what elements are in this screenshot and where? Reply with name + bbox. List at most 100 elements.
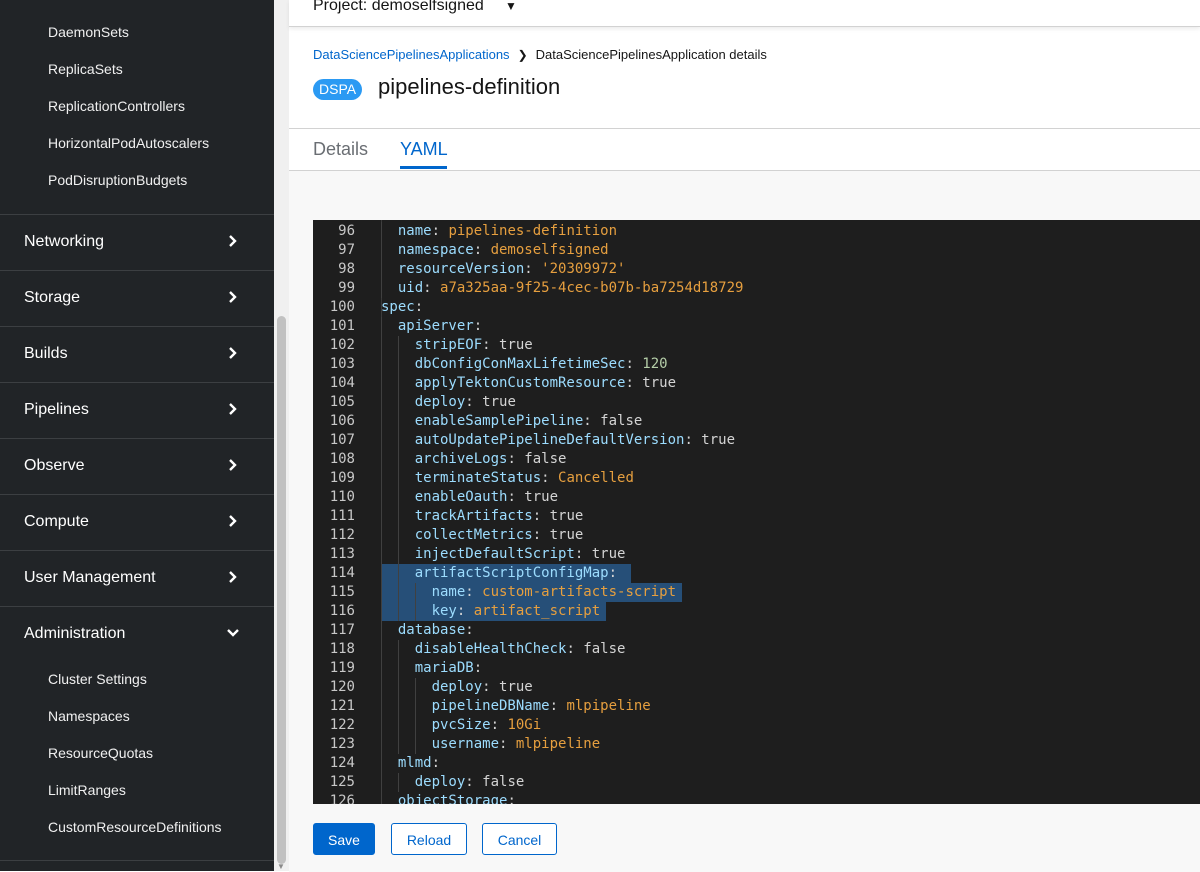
sidebar-item-resourcequotas[interactable]: ResourceQuotas (48, 745, 153, 761)
code-line[interactable]: 123 username: mlpipeline (313, 735, 1200, 754)
code-line[interactable]: 96 name: pipelines-definition (313, 222, 1200, 241)
scrollbar-thumb[interactable] (277, 316, 286, 864)
yaml-colon: : (507, 793, 516, 804)
sidebar-item-limitranges[interactable]: LimitRanges (48, 782, 126, 798)
code-text: collectMetrics: true (415, 526, 584, 545)
code-line[interactable]: 111 trackArtifacts: true (313, 507, 1200, 526)
sidebar-item-replicationcontrollers[interactable]: ReplicationControllers (48, 98, 185, 114)
code-line[interactable]: 118 disableHealthCheck: false (313, 640, 1200, 659)
code-line[interactable]: 121 pipelineDBName: mlpipeline (313, 697, 1200, 716)
code-line[interactable]: 116 key: artifact_script (313, 602, 1200, 621)
line-number: 103 (329, 356, 355, 372)
line-number: 116 (329, 603, 355, 619)
code-line[interactable]: 108 archiveLogs: false (313, 450, 1200, 469)
line-number: 122 (329, 717, 355, 733)
project-dropdown[interactable]: Project: demoselfsigned (313, 0, 484, 15)
code-line[interactable]: 114 artifactScriptConfigMap: (313, 564, 1200, 583)
breadcrumb-link[interactable]: DataSciencePipelinesApplications (313, 47, 510, 62)
code-line[interactable]: 125 deploy: false (313, 773, 1200, 792)
sidebar-section-label: Administration (24, 625, 126, 642)
reload-button[interactable]: Reload (391, 823, 467, 855)
yaml-editor[interactable]: 96 name: pipelines-definition 97 namespace:… (313, 220, 1200, 804)
yaml-key: enableSamplePipeline (414, 413, 584, 429)
code-line[interactable]: 103 dbConfigConMaxLifetimeSec: 120 (313, 355, 1200, 374)
yaml-key: dbConfigConMaxLifetimeSec (414, 356, 626, 372)
code-line[interactable]: 119 mariaDB: (313, 659, 1200, 678)
code-text: namespace: demoselfsigned (398, 241, 609, 260)
save-button[interactable]: Save (313, 823, 375, 855)
indent-guide (397, 659, 399, 678)
code-line[interactable]: 102 stripEOF: true (313, 336, 1200, 355)
line-number: 106 (329, 413, 355, 429)
yaml-value: demoselfsigned (490, 242, 609, 258)
sidebar-item-poddisruptionbudgets[interactable]: PodDisruptionBudgets (48, 172, 187, 188)
code-text: deploy: true (432, 678, 533, 697)
yaml-value: true (591, 546, 626, 562)
sidebar-section-user-management[interactable]: User Management (0, 550, 274, 606)
sidebar-section-observe[interactable]: Observe (0, 438, 274, 494)
sidebar-item-customresourcedefinitions[interactable]: CustomResourceDefinitions (48, 819, 222, 835)
yaml-key: pvcSize (431, 717, 491, 733)
indent-guide (397, 374, 399, 393)
caret-down-icon[interactable]: ▼ (505, 0, 517, 13)
code-line[interactable]: 97 namespace: demoselfsigned (313, 241, 1200, 260)
code-line[interactable]: 124 mlmd: (313, 754, 1200, 773)
indent-guide (381, 488, 382, 507)
code-line[interactable]: 112 collectMetrics: true (313, 526, 1200, 545)
scroll-down-arrow-icon[interactable]: ▼ (277, 862, 285, 871)
code-line[interactable]: 106 enableSamplePipeline: false (313, 412, 1200, 431)
indent-guide (381, 545, 382, 564)
tab-details[interactable]: Details (313, 139, 368, 160)
sidebar-item-replicasets[interactable]: ReplicaSets (48, 61, 123, 77)
indent-guide (397, 640, 399, 659)
code-line[interactable]: 117 database: (313, 621, 1200, 640)
code-line[interactable]: 122 pvcSize: 10Gi (313, 716, 1200, 735)
code-line[interactable]: 113 injectDefaultScript: true (313, 545, 1200, 564)
code-text: mlmd: (398, 754, 440, 773)
sidebar-scrollbar[interactable]: ▼ (274, 0, 289, 871)
sidebar-section-compute[interactable]: Compute (0, 494, 274, 550)
code-line[interactable]: 98 resourceVersion: '20309972' (313, 260, 1200, 279)
cancel-button[interactable]: Cancel (482, 823, 557, 855)
sidebar-item-daemonsets[interactable]: DaemonSets (48, 24, 129, 40)
code-line[interactable]: 126 objectStorage: (313, 792, 1200, 804)
code-line[interactable]: 115 name: custom-artifacts-script (313, 583, 1200, 602)
code-line[interactable]: 101 apiServer: (313, 317, 1200, 336)
code-line[interactable]: 110 enableOauth: true (313, 488, 1200, 507)
yaml-key: stripEOF (414, 337, 483, 353)
code-text: resourceVersion: '20309972' (398, 260, 626, 279)
code-line[interactable]: 105 deploy: true (313, 393, 1200, 412)
yaml-colon: : (549, 698, 567, 714)
code-text: terminateStatus: Cancelled (415, 469, 634, 488)
sidebar-section-label: Observe (24, 457, 85, 474)
code-line[interactable]: 109 terminateStatus: Cancelled (313, 469, 1200, 488)
code-line[interactable]: 99 uid: a7a325aa-9f25-4cec-b07b-ba7254d18… (313, 279, 1200, 298)
sidebar-item-horizontalpodautoscalers[interactable]: HorizontalPodAutoscalers (48, 135, 209, 151)
sidebar-section-storage[interactable]: Storage (0, 270, 274, 326)
yaml-colon: : (431, 223, 449, 239)
sidebar-item-cluster-settings[interactable]: Cluster Settings (48, 671, 147, 687)
sidebar-section-builds[interactable]: Builds (0, 326, 274, 382)
yaml-colon: : (541, 470, 559, 486)
sidebar-section-administration[interactable]: Administration (0, 606, 274, 662)
page-title: pipelines-definition (378, 74, 561, 99)
yaml-key: trackArtifacts (414, 508, 533, 524)
code-text: deploy: true (415, 393, 516, 412)
code-line[interactable]: 120 deploy: true (313, 678, 1200, 697)
chevron-right-icon (229, 459, 237, 471)
sidebar-section-networking[interactable]: Networking (0, 214, 274, 270)
sidebar-item-namespaces[interactable]: Namespaces (48, 708, 130, 724)
indent-guide (397, 602, 399, 621)
sidebar-section-pipelines[interactable]: Pipelines (0, 382, 274, 438)
code-line[interactable]: 104 applyTektonCustomResource: true (313, 374, 1200, 393)
yaml-value: true (549, 527, 584, 543)
indent-guide (381, 355, 382, 374)
code-line[interactable]: 100 spec: (313, 298, 1200, 317)
yaml-colon: : (456, 603, 474, 619)
tab-yaml[interactable]: YAML (400, 139, 448, 160)
code-text: archiveLogs: false (415, 450, 567, 469)
indent-guide (381, 621, 382, 640)
yaml-colon: : (473, 242, 491, 258)
line-number: 109 (329, 470, 355, 486)
code-line[interactable]: 107 autoUpdatePipelineDefaultVersion: tru… (313, 431, 1200, 450)
